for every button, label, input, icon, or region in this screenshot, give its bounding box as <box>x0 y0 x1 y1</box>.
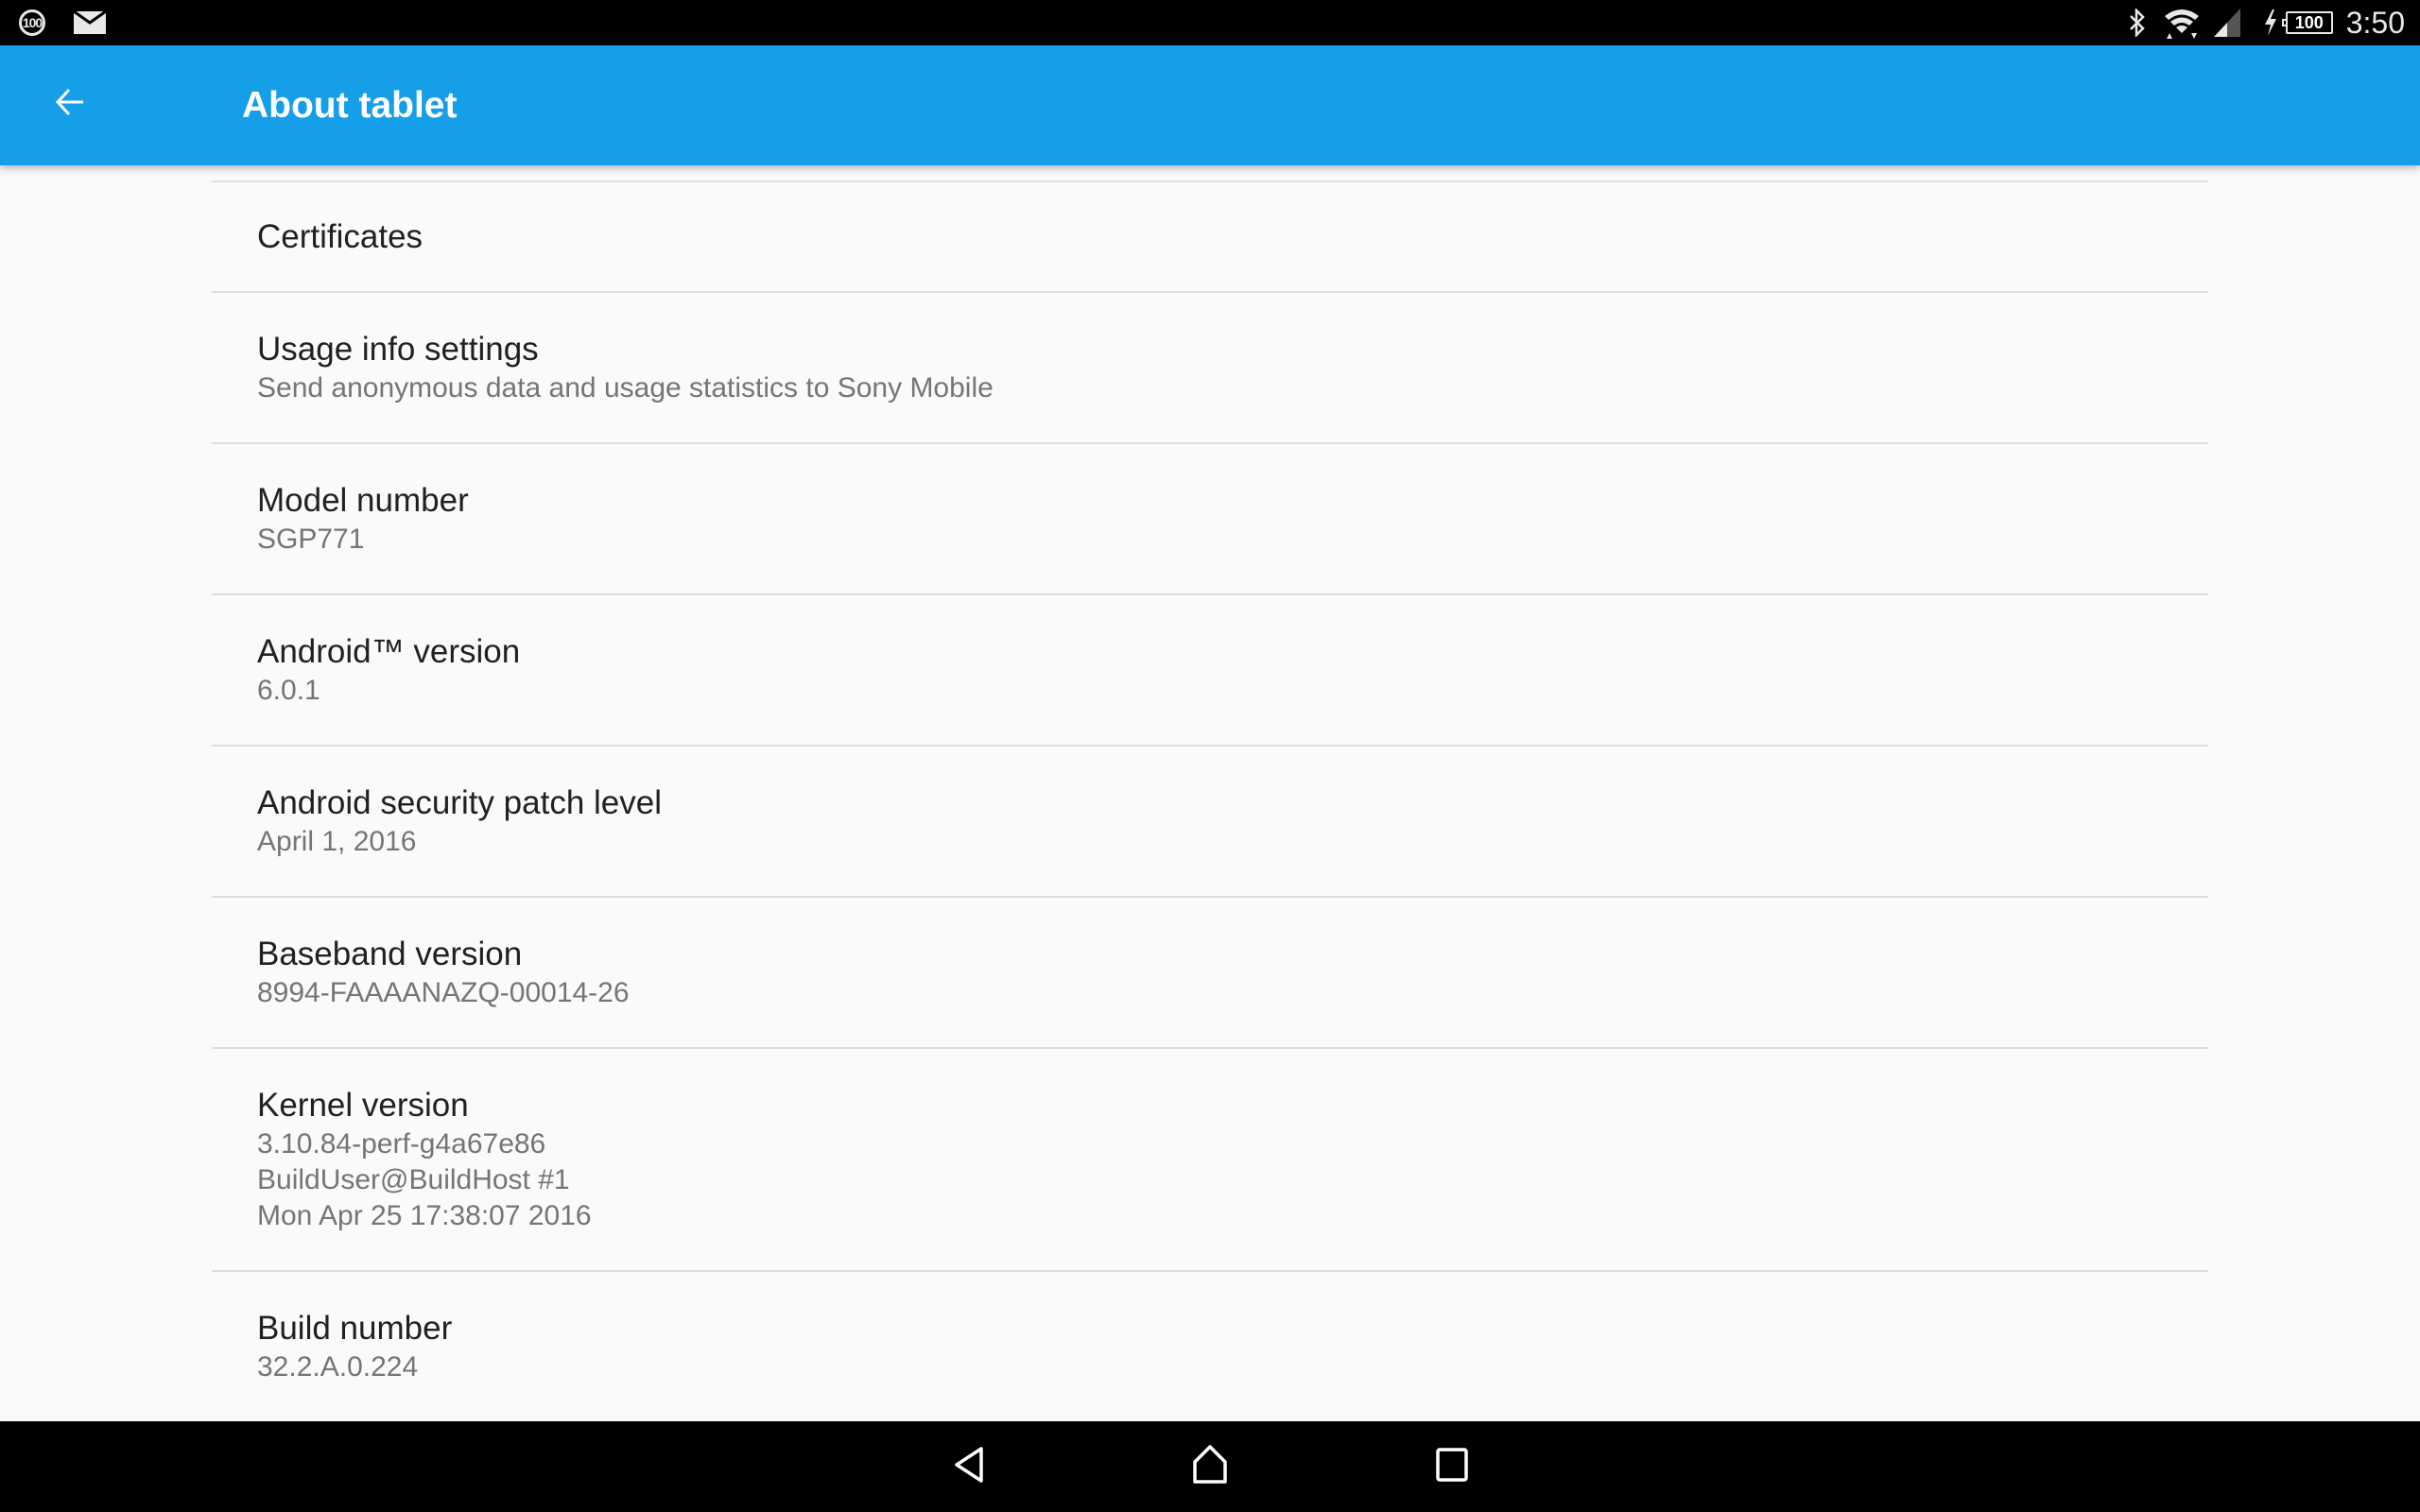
pref-title: Build number <box>257 1310 453 1347</box>
pref-summary: April 1, 2016 <box>257 826 417 857</box>
email-icon <box>74 11 106 34</box>
pref-summary: SGP771 <box>257 524 365 555</box>
pref-usage-info-settings[interactable]: Usage info settings Send anonymous data … <box>212 291 2208 442</box>
home-icon <box>1192 1444 1228 1489</box>
preference-list: Certificates Usage info settings Send an… <box>212 180 2208 1459</box>
wifi-icon <box>2163 7 2201 39</box>
pref-summary-line: Mon Apr 25 17:38:07 2016 <box>257 1200 592 1231</box>
pref-android-version[interactable]: Android™ version 6.0.1 <box>212 593 2208 745</box>
pref-summary: 6.0.1 <box>257 675 320 706</box>
pref-title: Usage info settings <box>257 331 539 368</box>
pref-title: Baseband version <box>257 936 523 972</box>
pref-title: Model number <box>257 482 469 519</box>
arrow-back-icon <box>55 87 85 122</box>
cell-signal-icon <box>2213 9 2240 37</box>
status-bar: 100 100 3:50 <box>0 0 2420 45</box>
pref-title: Certificates <box>257 217 424 255</box>
pref-model-number[interactable]: Model number SGP771 <box>212 442 2208 593</box>
nav-recents-button[interactable] <box>1424 1438 1480 1495</box>
clock: 3:50 <box>2345 5 2405 40</box>
pref-summary: 32.2.A.0.224 <box>257 1351 419 1383</box>
pref-security-patch-level[interactable]: Android security patch level April 1, 20… <box>212 745 2208 896</box>
pref-certificates[interactable]: Certificates <box>212 180 2208 291</box>
recents-square-icon <box>1436 1447 1468 1486</box>
charging-icon <box>2263 9 2278 36</box>
battery-icon: 100 <box>2281 11 2333 34</box>
nav-back-button[interactable] <box>941 1438 997 1495</box>
notification-count-icon: 100 <box>19 9 45 36</box>
pref-title: Android™ version <box>257 633 521 670</box>
back-triangle-icon <box>953 1446 985 1488</box>
navigation-bar <box>0 1421 2420 1512</box>
pref-baseband-version[interactable]: Baseband version 8994-FAAAANAZQ-00014-26 <box>212 896 2208 1047</box>
pref-summary: 8994-FAAAANAZQ-00014-26 <box>257 977 630 1008</box>
pref-title: Kernel version <box>257 1087 469 1124</box>
pref-summary-line: BuildUser@BuildHost #1 <box>257 1164 570 1195</box>
pref-summary: Send anonymous data and usage statistics… <box>257 372 994 404</box>
bluetooth-icon <box>2129 9 2146 37</box>
back-button[interactable] <box>42 76 98 132</box>
app-bar: About tablet <box>0 45 2420 165</box>
pref-title: Android security patch level <box>257 784 662 821</box>
nav-home-button[interactable] <box>1182 1438 1238 1495</box>
pref-summary-line: 3.10.84-perf-g4a67e86 <box>257 1128 546 1160</box>
pref-kernel-version[interactable]: Kernel version 3.10.84-perf-g4a67e86 Bui… <box>212 1047 2208 1270</box>
page-title: About tablet <box>242 85 458 126</box>
